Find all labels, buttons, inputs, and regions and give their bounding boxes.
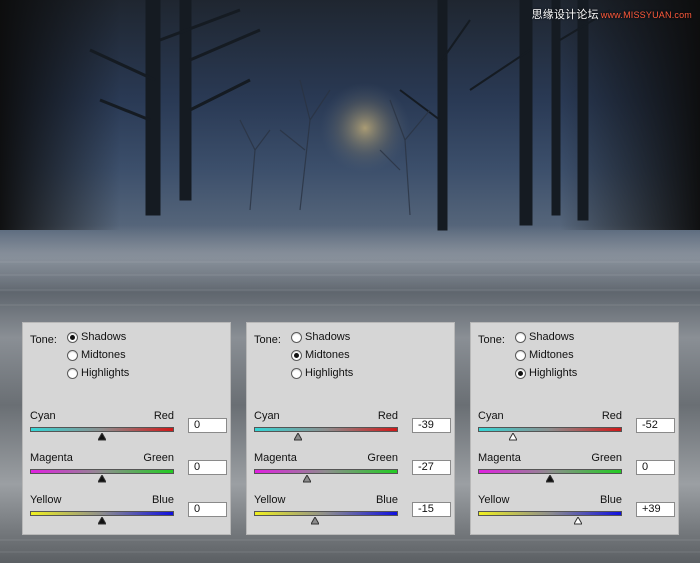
yellow-blue-value-field[interactable]: +39	[636, 502, 675, 517]
watermark-brand: 思缘设计论坛	[531, 9, 599, 21]
cyan-red-value-field[interactable]: -39	[412, 418, 451, 433]
tone-option-midtones[interactable]: Midtones	[291, 347, 350, 363]
slider-thumb-magenta-green[interactable]	[302, 475, 311, 483]
slider-label-cyan: Cyan	[30, 410, 56, 422]
radio-shadows[interactable]	[67, 331, 78, 343]
color-balance-panel-highlights: Tone: Shadows Midtones Highlights Cyan R…	[470, 322, 679, 535]
slider-label-blue: Blue	[375, 494, 398, 506]
slider-label-red: Red	[601, 410, 622, 422]
slider-label-red: Red	[153, 410, 174, 422]
tone-option-highlights[interactable]: Highlights	[515, 365, 577, 381]
radio-midtones[interactable]	[515, 349, 526, 361]
slider-track-yellow-blue[interactable]	[478, 511, 622, 516]
tone-option-label: Shadows	[305, 331, 351, 343]
slider-label-cyan: Cyan	[478, 410, 504, 422]
slider-thumb-yellow-blue[interactable]	[98, 517, 106, 525]
radio-highlights[interactable]	[515, 367, 526, 379]
magenta-green-value-field[interactable]: 0	[636, 460, 675, 475]
slider-label-green: Green	[591, 452, 622, 464]
radio-midtones[interactable]	[291, 349, 302, 361]
slider-label-cyan: Cyan	[254, 410, 280, 422]
tone-option-label: Midtones	[81, 349, 126, 361]
tone-option-label: Shadows	[81, 331, 127, 343]
slider-label-yellow: Yellow	[30, 494, 62, 506]
tone-option-label: Midtones	[305, 349, 350, 361]
tone-option-label: Highlights	[529, 367, 578, 379]
magenta-green-value-field[interactable]: -27	[412, 460, 451, 475]
cyan-red-value-field[interactable]: -52	[636, 418, 675, 433]
slider-track-yellow-blue[interactable]	[254, 511, 398, 516]
watermark: 思缘设计论坛 www.MISSYUAN.com	[532, 6, 692, 22]
tone-option-highlights[interactable]: Highlights	[67, 365, 129, 381]
slider-thumb-magenta-green[interactable]	[98, 475, 106, 483]
slider-track-cyan-red[interactable]	[254, 427, 398, 432]
slider-label-blue: Blue	[599, 494, 622, 506]
slider-track-magenta-green[interactable]	[254, 469, 398, 474]
slider-track-cyan-red[interactable]	[30, 427, 174, 432]
slider-thumb-cyan-red[interactable]	[508, 433, 517, 441]
radio-shadows[interactable]	[291, 331, 302, 343]
magenta-green-value-field[interactable]: 0	[188, 460, 227, 475]
slider-label-green: Green	[143, 452, 174, 464]
slider-thumb-yellow-blue[interactable]	[311, 517, 320, 525]
watermark-url: www.MISSYUAN.com	[600, 10, 692, 20]
tone-option-shadows[interactable]: Shadows	[291, 329, 350, 345]
color-balance-panel-midtones: Tone: Shadows Midtones Highlights Cyan R…	[246, 322, 455, 535]
tone-option-shadows[interactable]: Shadows	[67, 329, 126, 345]
yellow-blue-value-field[interactable]: 0	[188, 502, 227, 517]
tone-option-label: Highlights	[81, 367, 130, 379]
cyan-red-value-field[interactable]: 0	[188, 418, 227, 433]
tone-option-highlights[interactable]: Highlights	[291, 365, 353, 381]
slider-thumb-magenta-green[interactable]	[546, 475, 554, 483]
tone-option-shadows[interactable]: Shadows	[515, 329, 574, 345]
tone-option-midtones[interactable]: Midtones	[67, 347, 126, 363]
slider-label-green: Green	[367, 452, 398, 464]
slider-label-red: Red	[377, 410, 398, 422]
tone-label: Tone:	[478, 334, 505, 346]
slider-label-yellow: Yellow	[478, 494, 510, 506]
tone-option-label: Highlights	[305, 367, 354, 379]
tone-option-label: Shadows	[529, 331, 575, 343]
slider-track-yellow-blue[interactable]	[30, 511, 174, 516]
slider-track-cyan-red[interactable]	[478, 427, 622, 432]
slider-track-magenta-green[interactable]	[478, 469, 622, 474]
yellow-blue-value-field[interactable]: -15	[412, 502, 451, 517]
tone-option-label: Midtones	[529, 349, 574, 361]
slider-label-magenta: Magenta	[254, 452, 297, 464]
radio-highlights[interactable]	[291, 367, 302, 379]
radio-highlights[interactable]	[67, 367, 78, 379]
slider-label-yellow: Yellow	[254, 494, 286, 506]
slider-thumb-cyan-red[interactable]	[293, 433, 302, 441]
radio-midtones[interactable]	[67, 349, 78, 361]
tone-option-midtones[interactable]: Midtones	[515, 347, 574, 363]
slider-track-magenta-green[interactable]	[30, 469, 174, 474]
color-balance-panel-shadows: Tone: Shadows Midtones Highlights Cyan R…	[22, 322, 231, 535]
slider-thumb-cyan-red[interactable]	[98, 433, 106, 441]
radio-shadows[interactable]	[515, 331, 526, 343]
slider-label-magenta: Magenta	[30, 452, 73, 464]
tone-label: Tone:	[30, 334, 57, 346]
slider-label-magenta: Magenta	[478, 452, 521, 464]
tone-label: Tone:	[254, 334, 281, 346]
slider-label-blue: Blue	[151, 494, 174, 506]
slider-thumb-yellow-blue[interactable]	[574, 517, 583, 525]
